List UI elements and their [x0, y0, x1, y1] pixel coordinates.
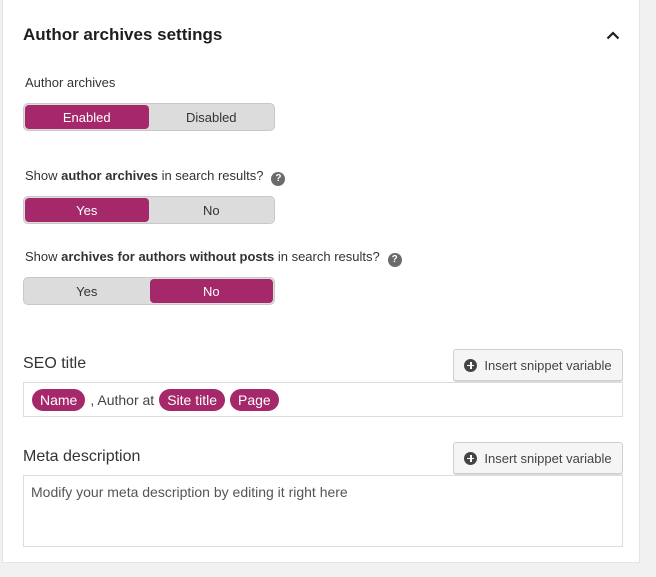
show-archives-yes-option[interactable]: Yes — [25, 198, 149, 222]
show-archives-label-bold: author archives — [61, 168, 158, 183]
seo-title-text: , Author at — [90, 391, 155, 408]
show-no-posts-label: Show archives for authors without posts … — [25, 249, 402, 267]
show-no-posts-no-option[interactable]: No — [149, 279, 273, 303]
seo-title-label: SEO title — [23, 355, 87, 372]
show-archives-no-option[interactable]: No — [150, 198, 274, 222]
meta-description-input[interactable]: Modify your meta description by editing … — [23, 475, 623, 547]
show-no-posts-yes-option[interactable]: Yes — [25, 279, 149, 303]
plus-circle-icon — [464, 451, 478, 465]
show-no-posts-toggle: Yes No — [23, 277, 275, 305]
chevron-up-icon — [606, 30, 620, 39]
snippet-variable-site-title[interactable]: Site title — [159, 388, 225, 411]
show-archives-label-prefix: Show — [25, 168, 62, 183]
show-no-posts-label-suffix: in search results? — [274, 249, 380, 264]
author-archives-label: Author archives — [25, 75, 116, 90]
section-title: Author archives settings — [23, 25, 223, 44]
show-archives-label: Show author archives in search results?? — [25, 168, 286, 186]
insert-snippet-label: Insert snippet variable — [484, 357, 612, 373]
author-archives-panel: Author archives settings Author archives… — [2, 0, 640, 563]
show-archives-toggle: Yes No — [23, 196, 275, 224]
plus-circle-icon — [464, 358, 478, 372]
meta-description-label: Meta description — [23, 448, 141, 465]
author-archives-toggle: Enabled Disabled — [23, 103, 275, 131]
snippet-variable-name[interactable]: Name — [32, 388, 86, 411]
help-icon[interactable]: ? — [387, 252, 402, 267]
snippet-variable-page[interactable]: Page — [230, 388, 279, 411]
show-no-posts-label-prefix: Show — [25, 249, 62, 264]
seo-title-input[interactable]: Name , Author at Site title Page — [23, 382, 623, 417]
seo-title-insert-snippet-button[interactable]: Insert snippet variable — [453, 349, 623, 381]
author-archives-disabled-option[interactable]: Disabled — [150, 105, 274, 129]
show-archives-label-suffix: in search results? — [157, 168, 264, 183]
collapse-button[interactable] — [601, 24, 625, 46]
help-icon[interactable]: ? — [271, 171, 286, 186]
show-no-posts-label-bold: archives for authors without posts — [61, 249, 275, 264]
insert-snippet-label: Insert snippet variable — [484, 450, 612, 466]
author-archives-enabled-option[interactable]: Enabled — [25, 105, 149, 129]
meta-description-insert-snippet-button[interactable]: Insert snippet variable — [453, 442, 623, 474]
